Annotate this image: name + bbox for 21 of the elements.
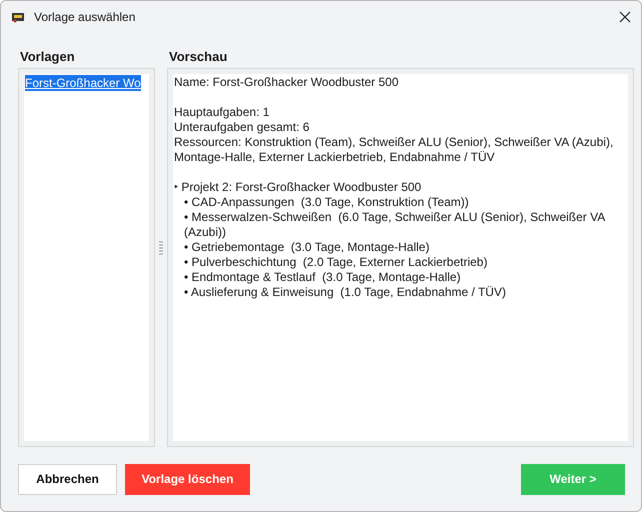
task-line: • Getriebemontage (3.0 Tage, Montage-Halle) <box>183 240 430 255</box>
task-line: • CAD-Anpassungen (3.0 Tage, Konstruktion (Team)) <box>183 195 470 210</box>
delete-button[interactable]: Vorlage löschen <box>125 464 250 494</box>
preview-heading: Vorschau <box>169 49 228 63</box>
preview-line: Unteraufgaben gesamt: 6 <box>174 120 310 135</box>
task-line: ‣ Projekt 2: Forst-Großhacker Woodbuster 500 <box>174 180 422 195</box>
template-item[interactable]: Forst-Großhacker Wo <box>25 75 141 91</box>
preview-line: Name: Forst-Großhacker Woodbuster 500 <box>174 75 400 90</box>
cancel-button[interactable]: Abbrechen <box>18 464 117 494</box>
task-line: • Pulverbeschichtung (2.0 Tage, Externer Lackierbetrieb) <box>183 255 488 270</box>
window-title: Vorlage auswählen <box>34 10 136 24</box>
preview-line: Hauptaufgaben: 1 <box>174 105 270 120</box>
task-line: • Auslieferung & Einweisung (1.0 Tage, Endabnahme / TÜV) <box>183 285 507 300</box>
next-button[interactable]: Weiter > <box>521 464 625 494</box>
app-icon <box>11 11 25 23</box>
task-line: • Endmontage & Testlauf (3.0 Tage, Montage-Halle) <box>183 270 462 285</box>
templates-heading: Vorlagen <box>20 49 76 63</box>
preview-line: Ressourcen: Konstruktion (Team), Schweißer ALU (Senior), Schweißer VA (Azubi), Montage-Halle, Externer Lackierbetrieb, Endabnahme / TÜV <box>174 135 614 165</box>
task-line: • Messerwalzen-Schweißen (6.0 Tage, Schweißer ALU (Senior), Schweißer VA (Azubi)) <box>183 210 606 240</box>
close-icon[interactable] <box>619 11 631 23</box>
splitter-grip[interactable] <box>159 241 163 255</box>
